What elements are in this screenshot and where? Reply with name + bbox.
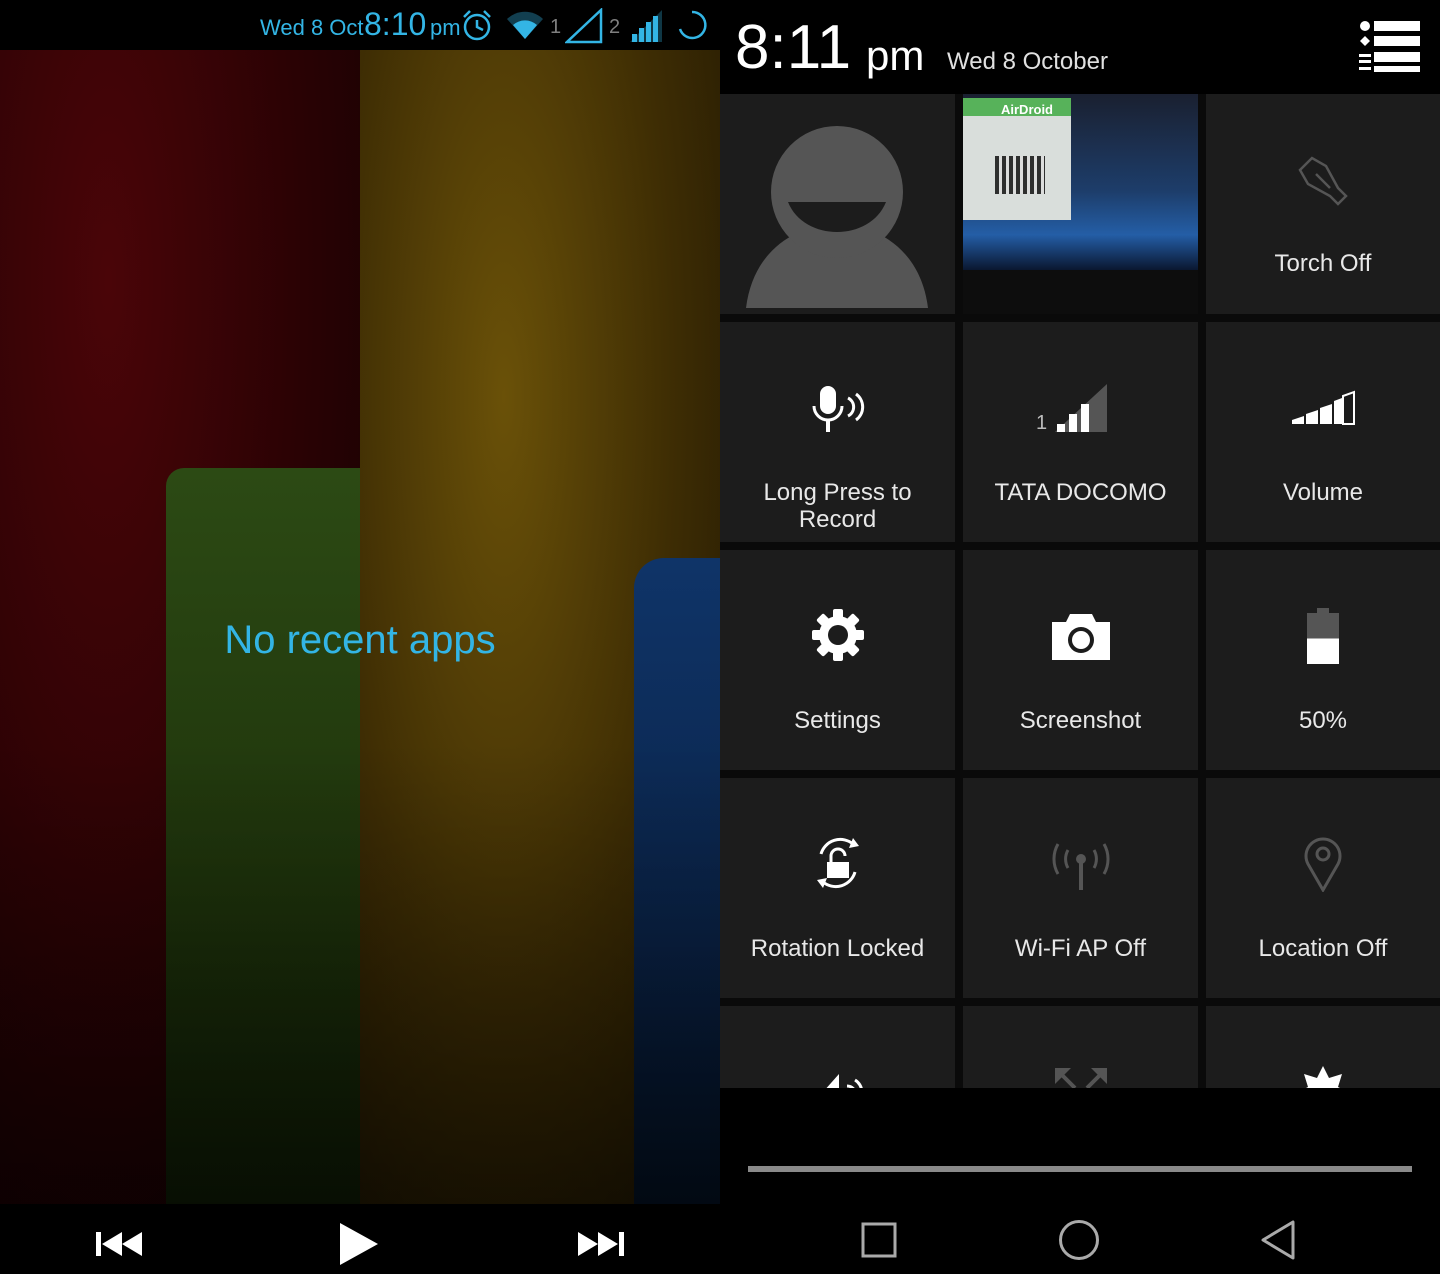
tile-wifi-ap[interactable]: Wi-Fi AP Off xyxy=(963,778,1198,998)
tile-volume[interactable]: Volume xyxy=(1206,322,1440,542)
location-icon xyxy=(1304,837,1342,892)
signal-icon xyxy=(1055,384,1107,432)
tile-expand[interactable] xyxy=(963,1006,1198,1094)
sim-label: 1 xyxy=(1036,412,1048,434)
quick-settings-header: 8:11 pm Wed 8 October xyxy=(720,0,1440,94)
alarm-icon xyxy=(463,10,491,41)
tile-screenshot-thumbnail[interactable]: AirDroid xyxy=(963,94,1198,314)
battery-icon xyxy=(1307,608,1339,664)
tile-label: TATA DOCOMO xyxy=(994,479,1167,506)
tile-torch[interactable]: Torch Off xyxy=(1206,94,1440,314)
sim1-signal-icon xyxy=(565,8,603,44)
tile-sound[interactable] xyxy=(720,1006,955,1094)
quick-settings-panel: 8:11 pm Wed 8 October AirDroid Torch Off… xyxy=(720,0,1440,1274)
tile-label: Rotation Locked xyxy=(750,935,925,962)
recent-apps-screen: Wed 8 Oct 8:10 pm 1 2 No recent apps xyxy=(0,0,720,1274)
microphone-icon xyxy=(812,386,864,432)
tile-label: Volume xyxy=(1282,479,1364,506)
list-settings-icon[interactable] xyxy=(1358,20,1420,72)
previous-track-icon[interactable] xyxy=(96,1229,144,1259)
header-time: 8:11 xyxy=(735,13,852,82)
tile-battery[interactable]: 50% xyxy=(1206,550,1440,770)
header-ampm: pm xyxy=(866,32,925,79)
status-bar: Wed 8 Oct 8:10 pm 1 2 xyxy=(0,0,720,50)
tile-label: Torch Off xyxy=(1274,250,1372,277)
tile-label: Wi-Fi AP Off xyxy=(1014,935,1147,962)
gear-icon xyxy=(811,609,864,661)
screenshot-thumbnail: AirDroid xyxy=(963,94,1198,270)
next-track-icon[interactable] xyxy=(576,1229,624,1259)
tile-brightness[interactable] xyxy=(1206,1006,1440,1094)
tile-label-line1: Long Press to xyxy=(763,479,912,506)
tile-label: Screenshot xyxy=(1019,707,1142,734)
back-icon[interactable] xyxy=(1260,1219,1296,1261)
tile-label: Location Off xyxy=(1258,935,1388,962)
tile-screenshot[interactable]: Screenshot xyxy=(963,550,1198,770)
rotation-lock-icon xyxy=(816,837,859,889)
panel-drag-handle[interactable] xyxy=(748,1166,1412,1172)
volume-icon xyxy=(1292,390,1355,425)
wallpaper: No recent apps xyxy=(0,50,720,1204)
panel-bottom xyxy=(720,1088,1440,1274)
qr-code xyxy=(995,156,1045,194)
wifi-ap-icon xyxy=(1052,843,1109,890)
wifi-icon xyxy=(507,11,543,39)
no-recent-apps-message: No recent apps xyxy=(224,618,496,662)
tile-location[interactable]: Location Off xyxy=(1206,778,1440,998)
play-icon[interactable] xyxy=(338,1221,380,1267)
tile-rotation[interactable]: Rotation Locked xyxy=(720,778,955,998)
status-time: 8:10 xyxy=(364,6,427,42)
home-icon[interactable] xyxy=(1058,1219,1100,1261)
status-date: Wed 8 Oct xyxy=(260,15,364,40)
tile-user[interactable] xyxy=(720,94,955,314)
tile-label-line2: Record xyxy=(798,506,877,533)
tile-settings[interactable]: Settings xyxy=(720,550,955,770)
torch-icon xyxy=(1298,156,1348,206)
media-control-bar xyxy=(0,1204,720,1274)
tile-record[interactable]: Long Press to Record xyxy=(720,322,955,542)
thumbnail-app-name: AirDroid xyxy=(1001,102,1053,117)
camera-icon xyxy=(1051,614,1110,660)
quick-settings-grid: AirDroid Torch Off Long Press to Record xyxy=(720,94,1440,1094)
status-ampm: pm xyxy=(430,15,461,40)
sync-icon xyxy=(678,10,707,40)
user-avatar-icon xyxy=(746,126,928,308)
recents-icon[interactable] xyxy=(861,1222,897,1258)
sim1-label: 1 xyxy=(550,16,562,38)
sim2-label: 2 xyxy=(609,16,621,38)
sim2-signal-icon xyxy=(630,10,662,42)
tile-label: 50% xyxy=(1298,707,1348,734)
tile-label: Settings xyxy=(794,707,881,734)
tile-carrier[interactable]: 1 TATA DOCOMO xyxy=(963,322,1198,542)
header-date: Wed 8 October xyxy=(947,48,1108,75)
